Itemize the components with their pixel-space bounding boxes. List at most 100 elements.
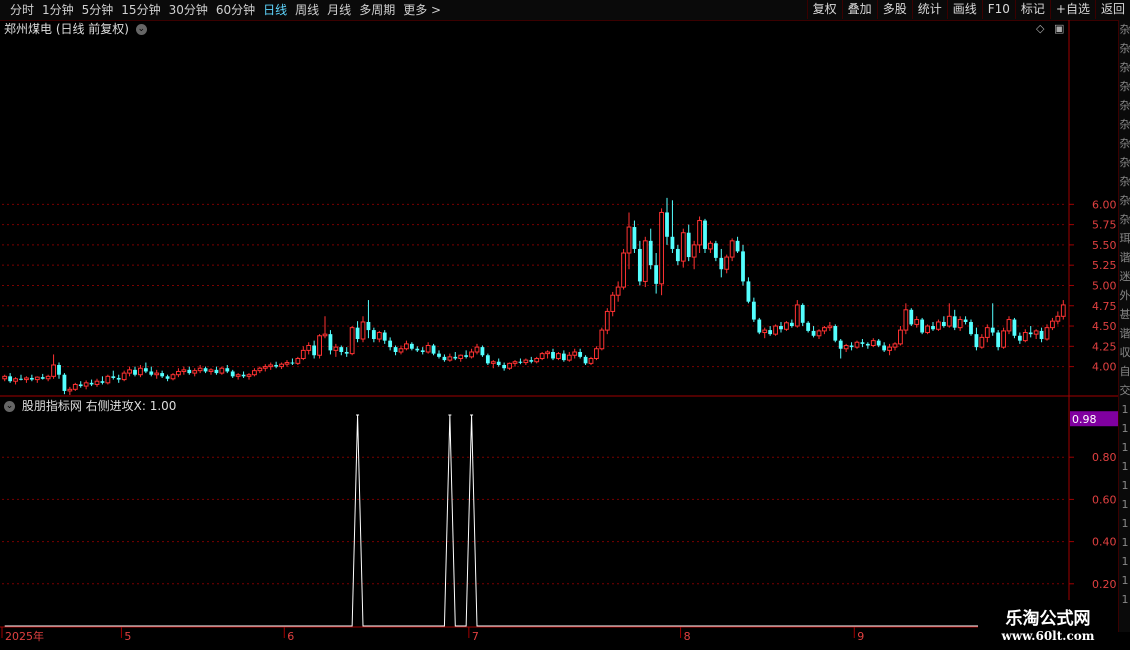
candle-up: [1006, 316, 1012, 335]
candle-body: [507, 362, 512, 369]
candle-down: [963, 316, 968, 325]
period-tab[interactable]: 60分钟: [212, 0, 259, 20]
candle-body: [599, 329, 605, 350]
candle-body: [719, 257, 724, 270]
candle-down: [849, 342, 854, 351]
chart-area[interactable]: 4.00 4.25 4.50 4.75 5.00 5.25 5.50 5.75 6.00 0.20…: [0, 20, 1118, 650]
period-tab[interactable]: 多周期: [355, 0, 399, 20]
toolbar-action-button[interactable]: F10: [981, 0, 1015, 19]
period-tab[interactable]: 更多 >: [399, 0, 445, 20]
candle-down: [768, 326, 773, 336]
candle-down: [187, 366, 192, 375]
right-side-strip[interactable]: 杂杂杂杂杂杂杂杂杂杂杂珥谐迷外甚谐収自交11111111111: [1118, 20, 1130, 632]
chevron-down-icon[interactable]: ⌄: [135, 24, 147, 35]
candle-down: [838, 339, 843, 359]
axes: 4.00 4.25 4.50 4.75 5.00 5.25 5.50 5.75 6.00 0.20…: [0, 20, 1118, 643]
indicator-title-row: ⌄ 股朋指标网 右侧进攻X: 1.00: [4, 398, 176, 414]
candle-body: [870, 340, 876, 347]
side-strip-char: 1: [1121, 593, 1129, 606]
candle-down: [637, 240, 642, 286]
candle-up: [697, 216, 702, 254]
candle-down: [800, 303, 805, 327]
candle-down: [920, 317, 925, 335]
candle-down: [518, 358, 523, 365]
side-strip-char: 杂: [1119, 213, 1130, 226]
candle-body: [252, 370, 257, 376]
candle-down: [833, 324, 838, 343]
period-tab[interactable]: 日线: [259, 0, 291, 20]
period-tab[interactable]: 15分钟: [117, 0, 164, 20]
candle-body: [925, 325, 930, 334]
chevron-down-icon[interactable]: ⌄: [4, 401, 15, 412]
toolbar-action-button[interactable]: 复权: [806, 0, 842, 19]
toolbar-action-button[interactable]: 多股: [876, 0, 912, 19]
candle-body: [67, 388, 73, 392]
side-strip-char: 珥: [1119, 232, 1130, 245]
toolbar-action-button[interactable]: 叠加: [841, 0, 877, 19]
candle-body: [876, 340, 881, 346]
candle-body: [773, 325, 778, 335]
candle-body: [963, 319, 968, 322]
candle-up: [854, 340, 860, 349]
candle-body: [116, 377, 121, 380]
period-tab[interactable]: 5分钟: [78, 0, 118, 20]
period-tab[interactable]: 分时: [6, 0, 38, 20]
candle-up: [257, 366, 263, 374]
candle-up: [784, 321, 789, 331]
candle-body: [529, 360, 534, 362]
toolbar-action-button[interactable]: 返回: [1094, 0, 1130, 19]
period-tab[interactable]: 30分钟: [165, 0, 212, 20]
toolbar-action-button[interactable]: 画线: [946, 0, 982, 19]
candle-up: [425, 342, 431, 354]
candle-body: [572, 351, 578, 356]
candle-body: [882, 345, 887, 351]
candle-up: [594, 346, 599, 361]
candle-down: [865, 342, 870, 349]
candle-up: [946, 303, 952, 328]
candle-down: [339, 345, 344, 356]
candle-down: [670, 200, 675, 254]
candle-body: [697, 220, 702, 246]
candle-body: [290, 362, 295, 364]
candle-up: [404, 340, 409, 351]
panel-toggle-icon[interactable]: ▣: [1054, 22, 1064, 35]
period-tab[interactable]: 1分钟: [38, 0, 78, 20]
candle-down: [1039, 327, 1044, 343]
toolbar-action-button[interactable]: +自选: [1049, 0, 1095, 19]
candle-body: [746, 281, 751, 302]
candle-body: [979, 336, 985, 348]
candle-body: [854, 341, 860, 348]
diamond-icon[interactable]: ◇: [1036, 22, 1044, 35]
candle-down: [675, 244, 680, 266]
candle-body: [729, 240, 735, 258]
candle-body: [13, 378, 18, 382]
candle-up: [604, 308, 610, 335]
candle-body: [512, 361, 518, 364]
grid-lines: [2, 203, 1066, 585]
period-tab[interactable]: 周线: [291, 0, 323, 20]
period-tab[interactable]: 月线: [323, 0, 355, 20]
indicator-series: [4, 414, 1064, 627]
candle-down: [741, 244, 745, 286]
candle-up: [94, 378, 100, 387]
candle-up: [474, 343, 480, 355]
toolbar-action-button[interactable]: 标记: [1014, 0, 1050, 19]
candle-body: [610, 294, 616, 312]
side-strip-char: 1: [1121, 403, 1129, 416]
y-tick-label: 4.25: [1092, 340, 1117, 353]
candle-up: [268, 362, 274, 370]
candle-body: [838, 340, 843, 349]
candle-body: [665, 212, 669, 237]
candle-down: [806, 321, 811, 333]
candle-up: [773, 324, 778, 336]
candle-up: [566, 351, 572, 362]
candle-body: [566, 354, 572, 361]
candle-body: [768, 330, 773, 335]
candle-up: [235, 373, 241, 380]
x-month-label: 7: [472, 630, 479, 643]
candle-body: [219, 367, 225, 374]
toolbar-action-button[interactable]: 统计: [911, 0, 947, 19]
candle-body: [8, 376, 13, 382]
watermark-title: 乐淘公式网: [1005, 609, 1091, 629]
side-strip-char: 自: [1119, 365, 1130, 378]
